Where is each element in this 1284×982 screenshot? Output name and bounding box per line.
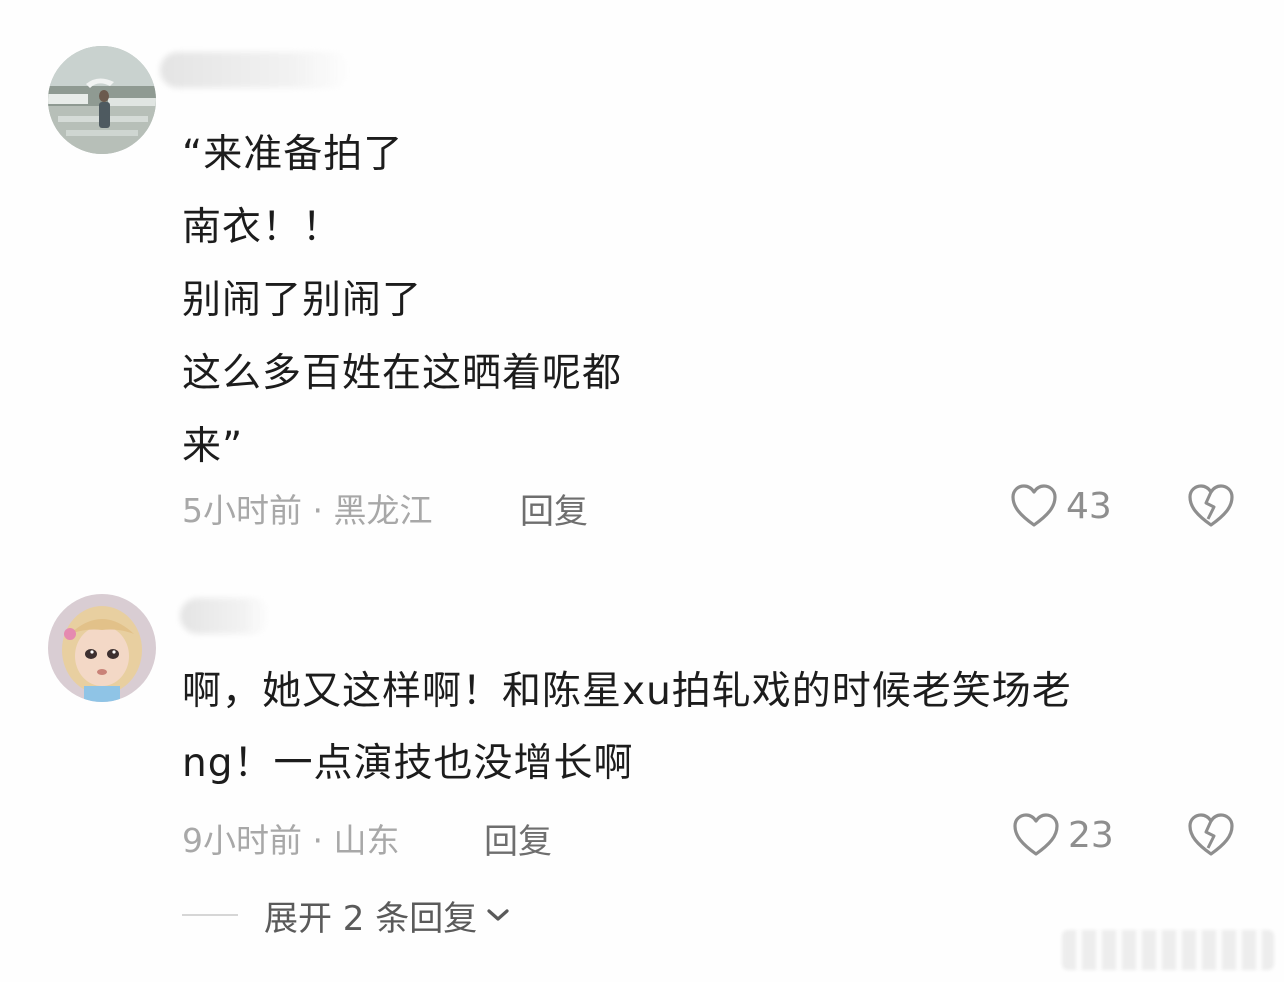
time-location: 9小时前 · 山东	[182, 821, 400, 860]
scenery-photo-avatar-icon	[48, 46, 156, 154]
heart-icon	[1011, 484, 1057, 527]
dislike-button[interactable]	[1186, 483, 1236, 533]
like-button[interactable]: 43	[1010, 481, 1112, 531]
watermark	[1062, 930, 1274, 970]
comment-line: 这么多百姓在这晒着呢都	[182, 351, 623, 396]
like-button[interactable]: 23	[1012, 810, 1114, 860]
comment-text: 啊，她又这样啊！和陈星xu拍轧戏的时候老笑场老 ng！一点演技也没增长啊	[182, 656, 1072, 800]
like-count: 23	[1068, 814, 1114, 856]
expand-replies-button[interactable]: 展开 2 条回复	[182, 890, 511, 940]
time-location: 5小时前 · 黑龙江	[182, 491, 433, 530]
dislike-button[interactable]	[1186, 812, 1236, 862]
username-blurred[interactable]	[180, 598, 270, 634]
user-avatar[interactable]	[48, 594, 156, 702]
expand-replies-label: 展开 2 条回复	[264, 898, 478, 939]
comment-line: ng！一点演技也没增长啊	[182, 741, 634, 786]
reply-button[interactable]: 回复	[484, 814, 552, 863]
cartoon-girl-avatar-icon	[48, 594, 156, 702]
comment-text: “来准备拍了 南衣！！ 别闹了别闹了 这么多百姓在这晒着呢都 来”	[182, 118, 622, 483]
heart-icon	[1013, 813, 1059, 856]
broken-heart-icon	[1188, 813, 1234, 856]
comment-line: 南衣！！	[182, 205, 343, 250]
comment-line: 啊，她又这样啊！和陈星xu拍轧戏的时候老笑场老	[182, 669, 1072, 714]
comment-line: 别闹了别闹了	[182, 278, 423, 323]
comment-meta: 9小时前 · 山东	[182, 814, 400, 860]
broken-heart-icon	[1188, 484, 1234, 527]
user-avatar[interactable]	[48, 46, 156, 154]
comment-meta: 5小时前 · 黑龙江	[182, 484, 433, 530]
username-blurred[interactable]	[160, 52, 350, 88]
comment-line: 来”	[182, 424, 244, 469]
chevron-down-icon	[487, 909, 509, 921]
divider	[182, 914, 238, 916]
comment-line: “来准备拍了	[182, 132, 404, 177]
reply-button[interactable]: 回复	[520, 484, 588, 533]
like-count: 43	[1066, 485, 1112, 527]
